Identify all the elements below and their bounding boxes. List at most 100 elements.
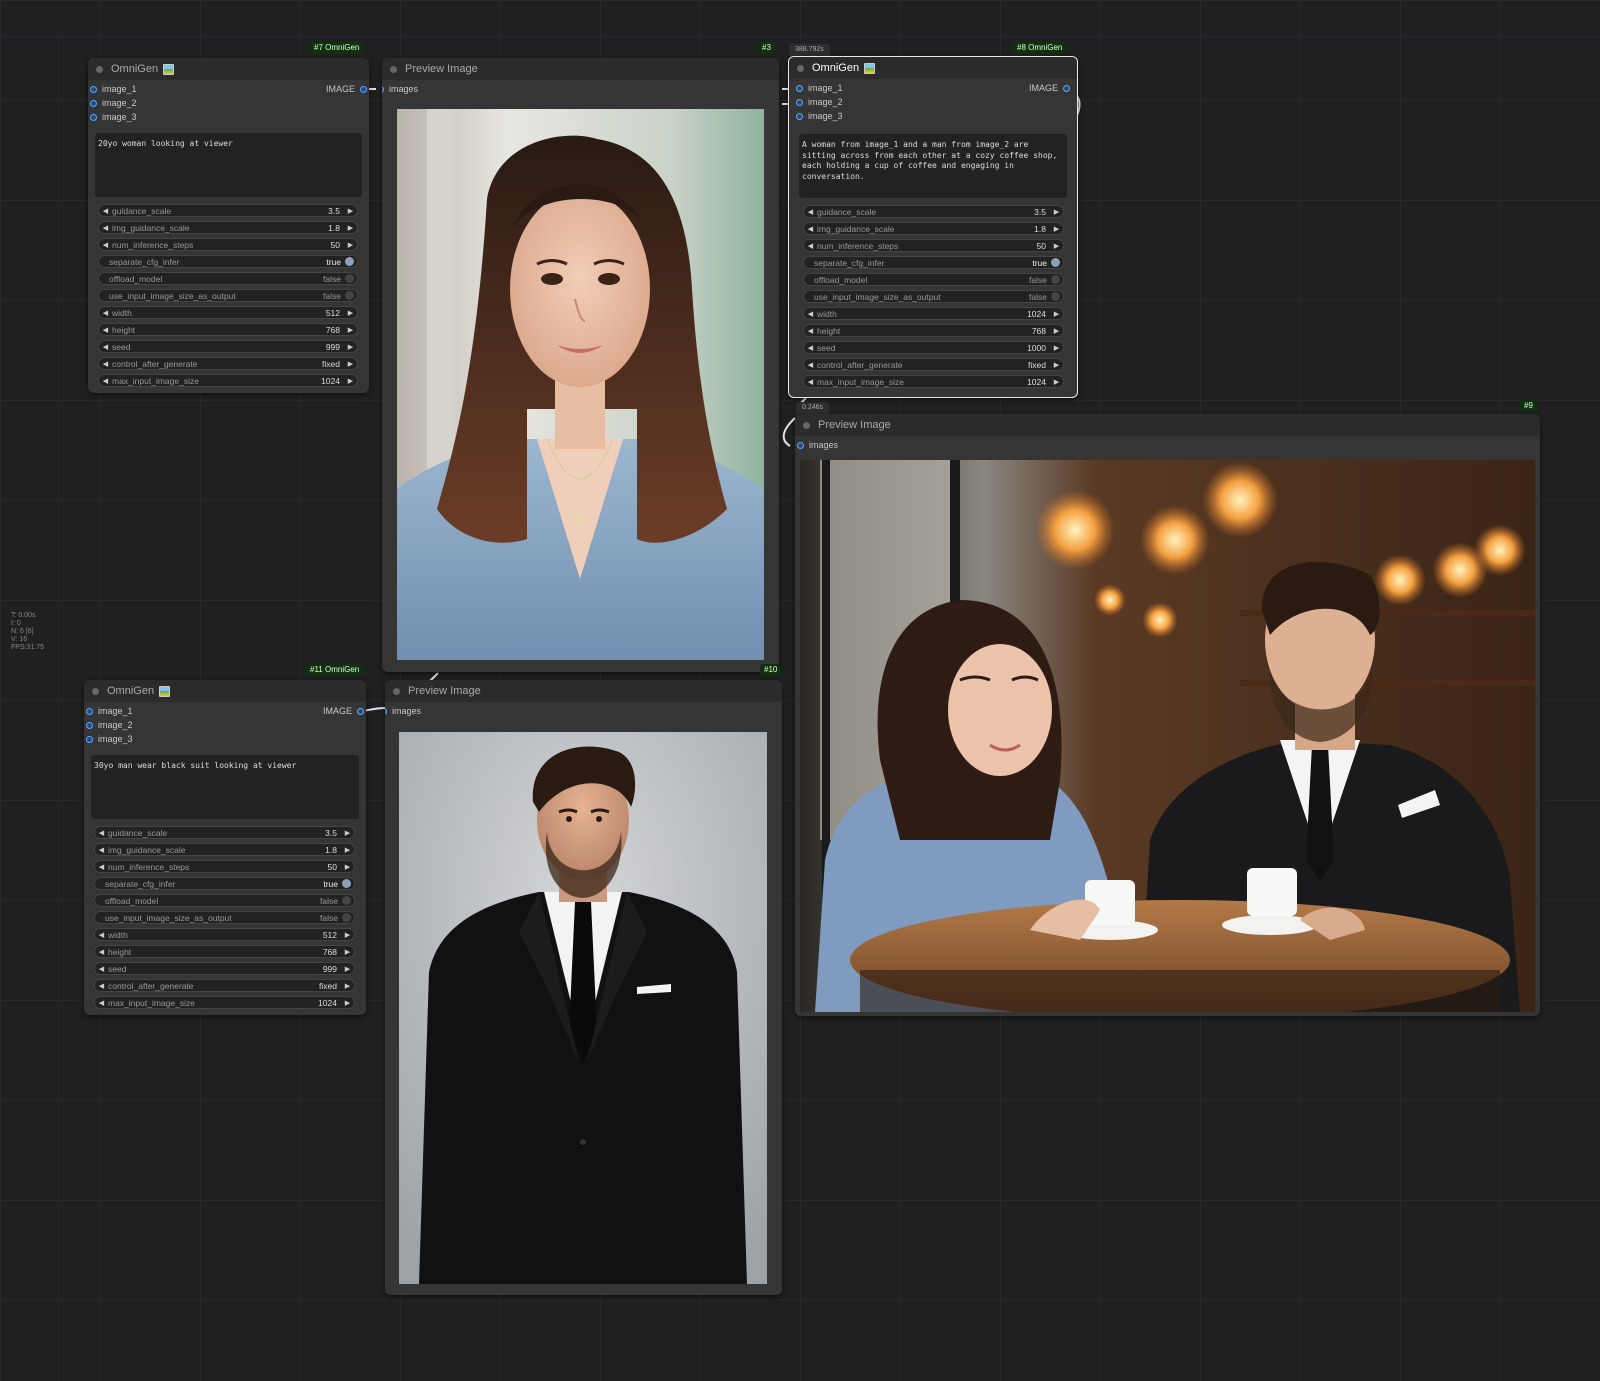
decrement-arrow-icon[interactable]: ◀ xyxy=(804,310,817,318)
increment-arrow-icon[interactable]: ▶ xyxy=(1050,208,1063,216)
input-slot-images[interactable]: images xyxy=(382,82,418,96)
decrement-arrow-icon[interactable]: ◀ xyxy=(95,931,108,939)
node-title-bar[interactable]: OmniGen xyxy=(84,680,366,702)
increment-arrow-icon[interactable]: ▶ xyxy=(344,207,357,215)
toggle-knob-icon[interactable] xyxy=(342,879,351,888)
increment-arrow-icon[interactable]: ▶ xyxy=(344,224,357,232)
input-slot-image-1[interactable]: image_1 xyxy=(90,82,137,96)
widget-img-guidance-scale[interactable]: ◀ img_guidance_scale 1.8 ▶ xyxy=(98,221,358,234)
increment-arrow-icon[interactable]: ▶ xyxy=(344,377,357,385)
input-slot-images[interactable]: images xyxy=(385,704,421,718)
decrement-arrow-icon[interactable]: ◀ xyxy=(95,846,108,854)
decrement-arrow-icon[interactable]: ◀ xyxy=(95,948,108,956)
omnigen-node-7[interactable]: OmniGen image_1 image_2 image_3 IMAGE 20… xyxy=(88,58,369,393)
preview-image-node-9[interactable]: Preview Image images xyxy=(795,414,1540,1016)
widget-num-inference-steps[interactable]: ◀ num_inference_steps 50 ▶ xyxy=(803,239,1064,252)
slot-dot-icon[interactable] xyxy=(90,100,97,108)
decrement-arrow-icon[interactable]: ◀ xyxy=(99,224,112,232)
input-slot-image-2[interactable]: image_2 xyxy=(796,95,843,109)
omnigen-node-8[interactable]: OmniGen image_1 image_2 image_3 IMAGE A … xyxy=(788,56,1078,398)
increment-arrow-icon[interactable]: ▶ xyxy=(1050,310,1063,318)
widget-seed[interactable]: ◀ seed 1000 ▶ xyxy=(803,341,1064,354)
slot-dot-icon[interactable] xyxy=(797,442,804,450)
increment-arrow-icon[interactable]: ▶ xyxy=(344,326,357,334)
increment-arrow-icon[interactable]: ▶ xyxy=(1050,225,1063,233)
increment-arrow-icon[interactable]: ▶ xyxy=(344,309,357,317)
node-title-bar[interactable]: OmniGen xyxy=(789,57,1077,79)
decrement-arrow-icon[interactable]: ◀ xyxy=(804,378,817,386)
toggle-knob-icon[interactable] xyxy=(345,257,354,266)
widget-use-input-image-size-as-output[interactable]: use_input_image_size_as_output false xyxy=(98,289,358,302)
toggle-knob-icon[interactable] xyxy=(1051,292,1060,301)
widget-offload-model[interactable]: offload_model false xyxy=(803,273,1064,286)
toggle-knob-icon[interactable] xyxy=(1051,275,1060,284)
widget-width[interactable]: ◀ width 512 ▶ xyxy=(98,306,358,319)
increment-arrow-icon[interactable]: ▶ xyxy=(341,999,354,1007)
preview-image-node-3[interactable]: Preview Image images xyxy=(382,58,779,672)
decrement-arrow-icon[interactable]: ◀ xyxy=(804,208,817,216)
decrement-arrow-icon[interactable]: ◀ xyxy=(99,360,112,368)
widget-height[interactable]: ◀ height 768 ▶ xyxy=(94,945,355,958)
increment-arrow-icon[interactable]: ▶ xyxy=(1050,344,1063,352)
decrement-arrow-icon[interactable]: ◀ xyxy=(99,377,112,385)
decrement-arrow-icon[interactable]: ◀ xyxy=(95,829,108,837)
slot-dot-icon[interactable] xyxy=(1063,85,1070,93)
input-slot-image-1[interactable]: image_1 xyxy=(86,704,133,718)
toggle-knob-icon[interactable] xyxy=(345,291,354,300)
decrement-arrow-icon[interactable]: ◀ xyxy=(99,241,112,249)
input-slot-image-1[interactable]: image_1 xyxy=(796,81,843,95)
toggle-knob-icon[interactable] xyxy=(342,896,351,905)
widget-guidance-scale[interactable]: ◀ guidance_scale 3.5 ▶ xyxy=(98,204,358,217)
collapse-dot-icon[interactable] xyxy=(92,687,99,695)
collapse-dot-icon[interactable] xyxy=(390,65,397,73)
widget-img-guidance-scale[interactable]: ◀ img_guidance_scale 1.8 ▶ xyxy=(94,843,355,856)
slot-dot-icon[interactable] xyxy=(90,86,97,94)
collapse-dot-icon[interactable] xyxy=(393,687,400,695)
increment-arrow-icon[interactable]: ▶ xyxy=(1050,378,1063,386)
decrement-arrow-icon[interactable]: ◀ xyxy=(804,344,817,352)
output-slot-image[interactable]: IMAGE xyxy=(323,704,364,718)
prompt-textarea[interactable]: 30yo man wear black suit looking at view… xyxy=(91,755,359,819)
toggle-knob-icon[interactable] xyxy=(1051,258,1060,267)
slot-dot-icon[interactable] xyxy=(796,113,803,121)
prompt-textarea[interactable]: 20yo woman looking at viewer xyxy=(95,133,362,197)
prompt-textarea[interactable]: A woman from image_1 and a man from imag… xyxy=(799,134,1067,198)
widget-seed[interactable]: ◀ seed 999 ▶ xyxy=(98,340,358,353)
increment-arrow-icon[interactable]: ▶ xyxy=(341,931,354,939)
node-title-bar[interactable]: OmniGen xyxy=(88,58,369,80)
preview-image-cafe[interactable] xyxy=(800,460,1535,1012)
decrement-arrow-icon[interactable]: ◀ xyxy=(95,965,108,973)
increment-arrow-icon[interactable]: ▶ xyxy=(341,846,354,854)
decrement-arrow-icon[interactable]: ◀ xyxy=(99,309,112,317)
node-title-bar[interactable]: Preview Image xyxy=(382,58,779,80)
collapse-dot-icon[interactable] xyxy=(803,421,810,429)
widget-max-input-image-size[interactable]: ◀ max_input_image_size 1024 ▶ xyxy=(803,375,1064,388)
omnigen-node-11[interactable]: OmniGen image_1 image_2 image_3 IMAGE 30… xyxy=(84,680,366,1015)
widget-width[interactable]: ◀ width 1024 ▶ xyxy=(803,307,1064,320)
collapse-dot-icon[interactable] xyxy=(96,65,103,73)
output-slot-image[interactable]: IMAGE xyxy=(1029,81,1070,95)
widget-separate-cfg-infer[interactable]: separate_cfg_infer true xyxy=(98,255,358,268)
widget-offload-model[interactable]: offload_model false xyxy=(98,272,358,285)
increment-arrow-icon[interactable]: ▶ xyxy=(1050,361,1063,369)
preview-image-woman[interactable] xyxy=(397,109,764,660)
widget-num-inference-steps[interactable]: ◀ num_inference_steps 50 ▶ xyxy=(94,860,355,873)
input-slot-image-2[interactable]: image_2 xyxy=(86,718,133,732)
widget-control-after-generate[interactable]: ◀ control_after_generate fixed ▶ xyxy=(98,357,358,370)
input-slot-images[interactable]: images xyxy=(797,438,838,452)
slot-dot-icon[interactable] xyxy=(385,708,387,716)
slot-dot-icon[interactable] xyxy=(90,114,97,122)
slot-dot-icon[interactable] xyxy=(86,736,93,744)
preview-image-man[interactable] xyxy=(399,732,767,1284)
input-slot-image-2[interactable]: image_2 xyxy=(90,96,137,110)
widget-control-after-generate[interactable]: ◀ control_after_generate fixed ▶ xyxy=(94,979,355,992)
widget-max-input-image-size[interactable]: ◀ max_input_image_size 1024 ▶ xyxy=(94,996,355,1009)
toggle-knob-icon[interactable] xyxy=(345,274,354,283)
widget-height[interactable]: ◀ height 768 ▶ xyxy=(98,323,358,336)
widget-guidance-scale[interactable]: ◀ guidance_scale 3.5 ▶ xyxy=(803,205,1064,218)
input-slot-image-3[interactable]: image_3 xyxy=(86,732,133,746)
decrement-arrow-icon[interactable]: ◀ xyxy=(95,982,108,990)
widget-use-input-image-size-as-output[interactable]: use_input_image_size_as_output false xyxy=(803,290,1064,303)
toggle-knob-icon[interactable] xyxy=(342,913,351,922)
decrement-arrow-icon[interactable]: ◀ xyxy=(804,361,817,369)
